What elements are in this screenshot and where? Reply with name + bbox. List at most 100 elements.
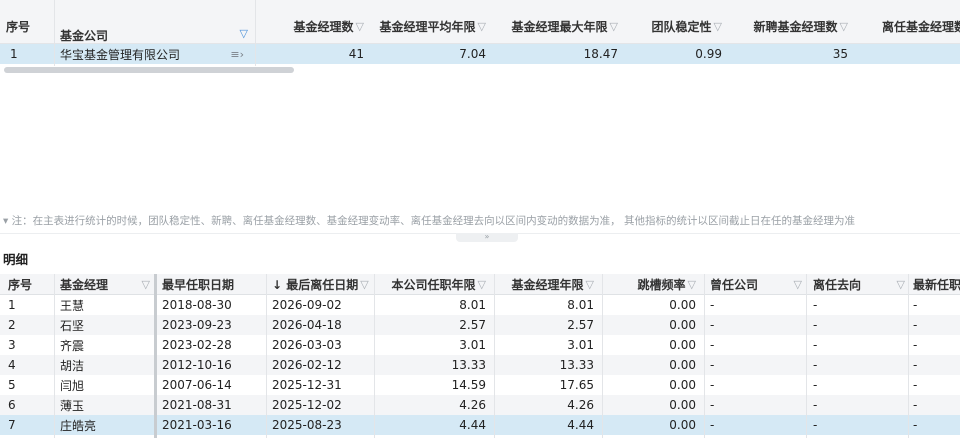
cell-last-leave: 2025-08-23	[272, 418, 342, 432]
cell-manager: 王慧	[60, 298, 85, 313]
summary-col-manager-count[interactable]: 基金经理数 ▽	[256, 0, 372, 43]
cell-last-leave: 2026-04-18	[272, 318, 342, 332]
cell-latest: -	[913, 418, 918, 432]
summary-cell-index: 1	[10, 47, 18, 61]
cell-prev-company: -	[710, 338, 715, 352]
cell-index: 3	[8, 338, 16, 352]
cell-manager: 胡洁	[60, 358, 85, 373]
table-row[interactable]: 7 庄皓亮 2021-03-16 2025-08-23 4.44 4.44 0.00- - -	[0, 415, 960, 435]
summary-header-row: 序号 基金公司 ▽ 基金经理数 ▽ 基金经理平均年限 ▽ 基金经理最大年限 ▽ 团队稳…	[0, 0, 960, 44]
table-row[interactable]: 2 石坚 2023-09-23 2026-04-18 2.57 2.57 0.00- - -	[0, 315, 960, 335]
cell-prev-company: -	[710, 298, 715, 312]
horizontal-scrollbar[interactable]	[4, 67, 294, 73]
column-divider	[54, 0, 55, 66]
column-divider	[255, 0, 256, 66]
filter-icon[interactable]: ▽	[794, 278, 802, 291]
cell-tenure-company: 14.59	[451, 378, 486, 392]
cell-tenure-company: 13.33	[451, 358, 486, 372]
filter-icon[interactable]: ▽	[142, 278, 150, 291]
table-row[interactable]: 4 胡洁 2012-10-16 2026-02-12 13.33 13.33 0.00- - -	[0, 355, 960, 375]
filter-icon[interactable]: ▽	[840, 20, 848, 33]
cell-tenure-company: 8.01	[459, 298, 486, 312]
cell-manager: 齐震	[60, 338, 85, 353]
cell-first-date: 2023-02-28	[162, 338, 232, 352]
cell-index: 5	[8, 378, 16, 392]
filter-icon[interactable]: ▽	[688, 278, 696, 291]
cell-first-date: 2021-08-31	[162, 398, 232, 412]
detail-col-latest[interactable]: 最新任职	[913, 274, 960, 294]
table-row[interactable]: 3 齐震 2023-02-28 2026-03-03 3.01 3.01 0.00- - -	[0, 335, 960, 355]
cell-last-leave: 2025-12-31	[272, 378, 342, 392]
summary-col-team-stability[interactable]: 团队稳定性 ▽	[626, 0, 730, 43]
summary-col-new-managers[interactable]: 新聘基金经理数 ▽	[730, 0, 856, 43]
summary-cell-manager-count: 41	[348, 47, 364, 61]
summary-cell-departed-managers	[856, 44, 960, 64]
detail-table: 序号 基金经理 ▽ 最早任职日期 ↓ 最后离任日期 ▽ 本公司任职年限 ▽ 基金经理年…	[0, 274, 960, 438]
cell-tenure-total: 4.26	[567, 398, 594, 412]
row-menu-icon[interactable]: ≡›	[230, 48, 244, 61]
cell-manager: 闫旭	[60, 378, 85, 393]
summary-col-company[interactable]: 基金公司 ▽	[60, 0, 252, 43]
column-divider	[806, 274, 807, 438]
summary-cell-team-stability: 0.99	[695, 47, 722, 61]
filter-icon[interactable]: ▽	[586, 278, 594, 291]
summary-col-max-years[interactable]: 基金经理最大年限 ▽	[494, 0, 626, 43]
detail-col-prev-company[interactable]: 曾任公司 ▽	[710, 274, 806, 294]
cell-prev-company: -	[710, 358, 715, 372]
filter-icon[interactable]: ▽	[714, 20, 722, 33]
cell-last-leave: 2026-03-03	[272, 338, 342, 352]
detail-col-manager[interactable]: 基金经理 ▽	[60, 274, 154, 294]
frozen-column-divider	[154, 274, 157, 438]
detail-col-tenure-company[interactable]: 本公司任职年限 ▽	[374, 274, 494, 294]
summary-col-avg-years[interactable]: 基金经理平均年限 ▽	[372, 0, 494, 43]
summary-cell-avg-years: 7.04	[459, 47, 486, 61]
cell-manager: 石坚	[60, 318, 85, 333]
column-divider	[374, 274, 375, 438]
detail-col-hop-freq[interactable]: 跳槽频率 ▽	[602, 274, 704, 294]
detail-col-last-leave[interactable]: ↓ 最后离任日期 ▽	[272, 274, 372, 294]
summary-data-row[interactable]: 1 华宝基金管理有限公司 ≡› 41 7.04 18.47 0.99 35	[0, 44, 960, 64]
table-row[interactable]: 6 薄玉 2021-08-31 2025-12-02 4.26 4.26 0.00- - -	[0, 395, 960, 415]
cell-index: 7	[8, 418, 16, 432]
filter-active-icon[interactable]: ▽	[240, 27, 248, 40]
cell-last-leave: 2026-02-12	[272, 358, 342, 372]
cell-latest: -	[913, 338, 918, 352]
detail-col-tenure-total[interactable]: 基金经理年限 ▽	[494, 274, 602, 294]
column-divider	[54, 274, 55, 438]
cell-tenure-company: 2.57	[459, 318, 486, 332]
cell-hop-freq: 0.00	[669, 378, 696, 392]
detail-header-row: 序号 基金经理 ▽ 最早任职日期 ↓ 最后离任日期 ▽ 本公司任职年限 ▽ 基金经理年…	[0, 274, 960, 295]
cell-index: 6	[8, 398, 16, 412]
table-row[interactable]: 5 闫旭 2007-06-14 2025-12-31 14.59 17.65 0.00- - -	[0, 375, 960, 395]
detail-section-title: 明细	[3, 252, 29, 267]
filter-icon[interactable]: ▽	[478, 20, 486, 33]
cell-first-date: 2012-10-16	[162, 358, 232, 372]
cell-latest: -	[913, 398, 918, 412]
summary-cell-company[interactable]: 华宝基金管理有限公司 ≡›	[60, 44, 252, 64]
cell-destination: -	[813, 318, 818, 332]
detail-col-destination[interactable]: 离任去向 ▽	[813, 274, 909, 294]
table-row[interactable]: 1 王慧 2018-08-30 2026-09-02 8.01 8.01 0.00- - -	[0, 295, 960, 315]
cell-first-date: 2018-08-30	[162, 298, 232, 312]
cell-latest: -	[913, 318, 918, 332]
cell-hop-freq: 0.00	[669, 318, 696, 332]
filter-icon[interactable]: ▽	[478, 278, 486, 291]
cell-destination: -	[813, 378, 818, 392]
filter-icon[interactable]: ▽	[360, 278, 368, 291]
footnote: ▾ 注：在主表进行统计的时候，团队稳定性、新聘、离任基金经理数、基金经理变动率、…	[3, 215, 855, 227]
detail-col-first-date[interactable]: 最早任职日期	[162, 274, 266, 294]
summary-col-index: 序号	[6, 20, 31, 34]
filter-icon[interactable]: ▽	[356, 20, 364, 33]
column-divider	[602, 274, 603, 438]
collapse-icon[interactable]: »	[456, 233, 518, 242]
column-divider	[266, 274, 267, 438]
filter-icon[interactable]: ▽	[897, 278, 905, 291]
cell-last-leave: 2026-09-02	[272, 298, 342, 312]
cell-tenure-company: 3.01	[459, 338, 486, 352]
cell-tenure-company: 4.44	[459, 418, 486, 432]
cell-hop-freq: 0.00	[669, 398, 696, 412]
filter-icon[interactable]: ▽	[610, 20, 618, 33]
cell-prev-company: -	[710, 398, 715, 412]
summary-col-departed-managers[interactable]: 离任基金经理数	[882, 0, 960, 43]
cell-index: 2	[8, 318, 16, 332]
